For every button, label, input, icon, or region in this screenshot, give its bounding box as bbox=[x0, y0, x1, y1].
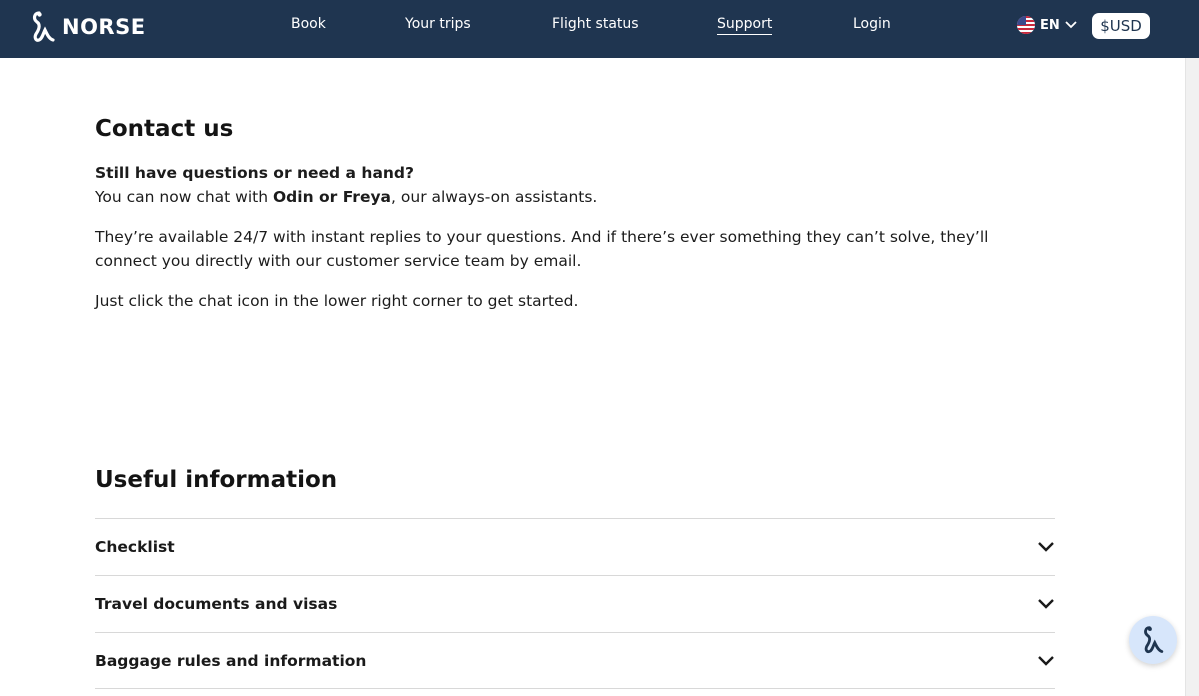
availability-text: They’re available 24/7 with instant repl… bbox=[95, 228, 989, 270]
contact-intro-line: You can now chat with Odin or Freya, our… bbox=[95, 185, 1055, 209]
chat-launcher-button[interactable] bbox=[1129, 616, 1177, 664]
contact-us-heading: Contact us bbox=[95, 116, 234, 142]
useful-information-heading: Useful information bbox=[95, 467, 338, 493]
us-flag-icon bbox=[1017, 16, 1035, 34]
norse-logo-icon bbox=[32, 11, 55, 42]
accordion-label: Travel documents and visas bbox=[95, 595, 338, 613]
contact-intro: Still have questions or need a hand? You… bbox=[95, 161, 1055, 209]
language-selector[interactable]: EN bbox=[1017, 16, 1077, 34]
accordion-item-checklist[interactable]: Checklist bbox=[95, 518, 1055, 575]
assistant-names: Odin or Freya bbox=[273, 188, 392, 206]
chevron-down-icon bbox=[1038, 599, 1054, 609]
accordion-item-travel-documents[interactable]: Travel documents and visas bbox=[95, 575, 1055, 632]
nav-link-flight-status[interactable]: Flight status bbox=[552, 16, 639, 32]
accordion-item-baggage-rules[interactable]: Baggage rules and information bbox=[95, 632, 1055, 689]
chevron-down-icon bbox=[1038, 655, 1054, 666]
page-scrollbar[interactable] bbox=[1185, 58, 1199, 696]
nav-link-support[interactable]: Support bbox=[717, 16, 773, 35]
accordion-label: Baggage rules and information bbox=[95, 651, 367, 670]
intro-prefix: You can now chat with bbox=[95, 188, 273, 206]
useful-information-accordion: Checklist Travel documents and visas Bag… bbox=[95, 518, 1055, 689]
chevron-down-icon bbox=[1065, 21, 1077, 29]
nav-link-book[interactable]: Book bbox=[291, 16, 326, 32]
chat-icon bbox=[1144, 626, 1164, 654]
norse-logo[interactable]: NORSE bbox=[30, 10, 146, 44]
language-label: EN bbox=[1040, 17, 1060, 33]
top-navigation-bar: NORSE Book Your trips Flight status Supp… bbox=[0, 0, 1199, 58]
instruction-text: Just click the chat icon in the lower ri… bbox=[95, 292, 579, 310]
contact-intro-question: Still have questions or need a hand? bbox=[95, 164, 415, 182]
chevron-down-icon bbox=[1038, 542, 1054, 552]
currency-selector[interactable]: $USD bbox=[1092, 13, 1150, 39]
intro-suffix: , our always-on assistants. bbox=[391, 188, 598, 206]
accordion-label: Checklist bbox=[95, 538, 175, 556]
brand-name: NORSE bbox=[62, 15, 146, 39]
nav-link-login[interactable]: Login bbox=[853, 16, 891, 32]
nav-link-your-trips[interactable]: Your trips bbox=[405, 16, 471, 32]
